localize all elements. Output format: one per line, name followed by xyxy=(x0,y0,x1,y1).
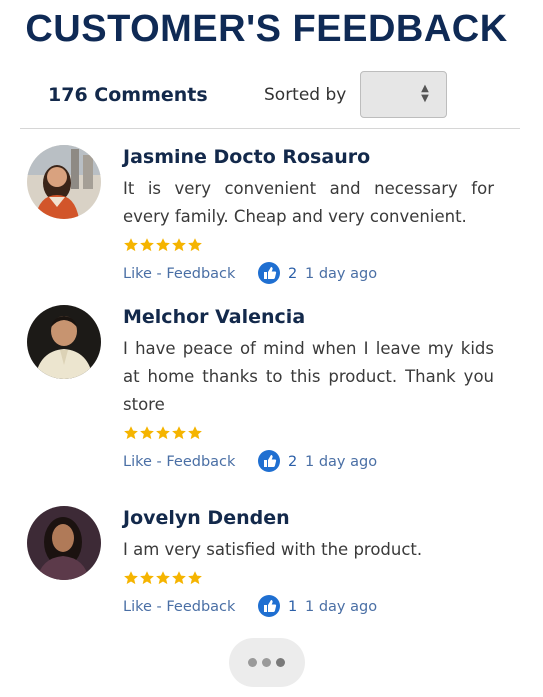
comment-text: I am very satisfied with the product. xyxy=(123,540,423,559)
load-more-button[interactable] xyxy=(229,638,305,687)
star-icon xyxy=(124,571,138,585)
sort-select[interactable]: ▲ ▼ xyxy=(360,71,447,118)
avatar xyxy=(27,506,101,580)
star-rating xyxy=(123,570,494,588)
like-feedback-link[interactable]: Like - Feedback xyxy=(123,266,235,282)
like-count: 2 xyxy=(288,266,298,282)
comment-time: 1 day ago xyxy=(305,599,378,615)
comment-meta: Like - Feedback 1 1 day ago xyxy=(123,594,494,620)
star-icon xyxy=(172,426,186,440)
star-icon xyxy=(188,426,202,440)
commenter-name: Melchor Valencia xyxy=(123,306,306,328)
like-feedback-link[interactable]: Like - Feedback xyxy=(123,454,235,470)
comment-text: It is very convenient and necessary for … xyxy=(123,179,494,226)
star-icon xyxy=(140,426,154,440)
star-icon xyxy=(172,571,186,585)
comment-meta: Like - Feedback 2 1 day ago xyxy=(123,449,494,475)
comment-count: 176 Comments xyxy=(48,84,208,106)
ellipsis-icon xyxy=(248,658,257,667)
ellipsis-icon xyxy=(262,658,271,667)
thumbs-up-icon[interactable] xyxy=(258,595,280,617)
star-rating xyxy=(123,425,494,443)
ellipsis-icon xyxy=(276,658,285,667)
star-icon xyxy=(140,238,154,252)
star-icon xyxy=(124,238,138,252)
star-icon xyxy=(140,571,154,585)
comment-text: I have peace of mind when I leave my kid… xyxy=(123,339,494,414)
comment-time: 1 day ago xyxy=(305,454,378,470)
star-icon xyxy=(156,426,170,440)
avatar xyxy=(27,305,101,379)
star-icon xyxy=(188,238,202,252)
comments-toolbar: 176 Comments Sorted by ▲ ▼ xyxy=(0,68,543,120)
star-icon xyxy=(188,571,202,585)
page-title: CUSTOMER'S FEEDBACK xyxy=(25,8,508,50)
sorted-by-label: Sorted by xyxy=(264,85,347,105)
star-icon xyxy=(124,426,138,440)
star-icon xyxy=(156,571,170,585)
commenter-name: Jovelyn Denden xyxy=(123,507,290,529)
avatar xyxy=(27,145,101,219)
like-count: 2 xyxy=(288,454,298,470)
like-feedback-link[interactable]: Like - Feedback xyxy=(123,599,235,615)
comment-meta: Like - Feedback 2 1 day ago xyxy=(123,261,494,287)
star-icon xyxy=(172,238,186,252)
star-rating xyxy=(123,237,494,255)
like-count: 1 xyxy=(288,599,298,615)
star-icon xyxy=(156,238,170,252)
thumbs-up-icon[interactable] xyxy=(258,450,280,472)
commenter-name: Jasmine Docto Rosauro xyxy=(123,146,371,168)
up-down-arrows-icon: ▲ ▼ xyxy=(421,83,429,104)
comment-time: 1 day ago xyxy=(305,266,378,282)
thumbs-up-icon[interactable] xyxy=(258,262,280,284)
divider xyxy=(20,128,520,129)
